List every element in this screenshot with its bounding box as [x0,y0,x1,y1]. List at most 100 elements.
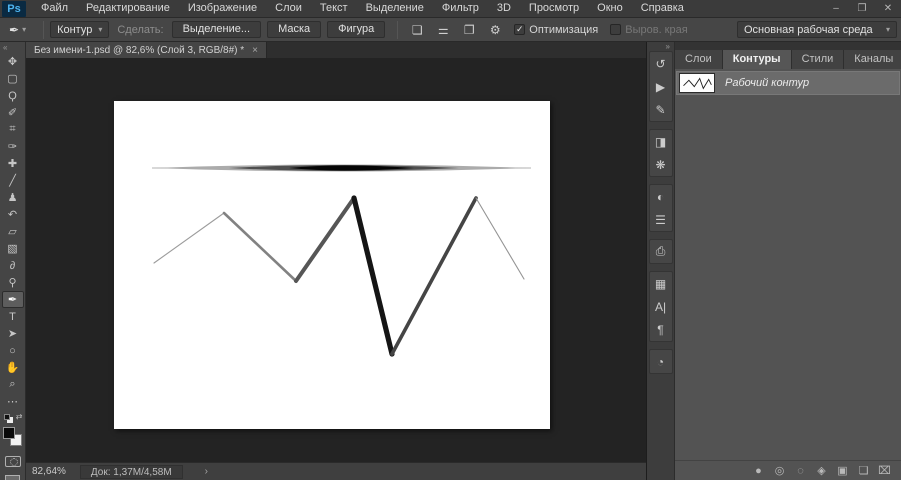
minimize-button[interactable]: – [823,0,849,17]
paragraph-panel-icon[interactable]: ¶ [650,318,672,341]
styles-panel-icon[interactable]: ❋ [650,153,672,176]
delete-path-button[interactable]: ⌧ [876,463,893,479]
path-operations-icon[interactable]: ❏ [407,21,427,39]
optimize-checkbox[interactable] [514,24,525,35]
tab-channels[interactable]: Каналы [844,50,901,69]
tab-layers[interactable]: Слои [675,50,723,69]
make-work-path-button[interactable]: ◈ [813,463,830,479]
brush-tool[interactable]: ╱ [2,172,24,189]
expand-panels-icon[interactable]: » [666,42,674,51]
menu-item[interactable]: 3D [488,0,520,17]
menu-item[interactable]: Файл [32,0,77,17]
add-mask-button[interactable]: ▣ [834,463,851,479]
make-mask-button[interactable]: Маска [267,21,321,38]
menu-item[interactable]: Редактирование [77,0,179,17]
dodge-tool[interactable]: ⚲ [2,274,24,291]
chevron-down-icon: ▾ [98,25,102,34]
gradient-tool[interactable]: ▧ [2,240,24,257]
color-panel-icon[interactable]: ◨ [650,130,672,153]
status-menu-arrow-icon[interactable]: › [205,466,208,477]
swap-colors-icon[interactable]: ⇄ [16,412,23,421]
zoom-tool[interactable]: ⌕ [2,376,24,393]
eraser-tool[interactable]: ▱ [2,223,24,240]
document-canvas[interactable] [114,101,550,429]
clone-source-panel-icon[interactable]: ⎙ [650,240,672,263]
collapse-tools-icon[interactable]: « [0,43,7,53]
panel-group: ◨❋ [649,129,673,177]
options-bar: ✒ ▾ Контур ▾ Сделать: Выделение...МаскаФ… [0,18,901,42]
make-buttons: Выделение... Маска Фигура [172,21,392,38]
history-brush-tool[interactable]: ↶ [2,206,24,223]
quick-selection-tool[interactable]: ✐ [2,104,24,121]
menu-item[interactable]: Просмотр [520,0,588,17]
clone-stamp-tool[interactable]: ♟ [2,189,24,206]
foreground-color-swatch[interactable] [3,427,15,439]
properties-panel-icon[interactable]: ☰ [650,208,672,231]
work-path-row[interactable]: Рабочий контур [676,71,900,95]
chevron-down-icon: ▾ [886,25,890,34]
document-area: Без имени-1.psd @ 82,6% (Слой 3, RGB/8#)… [26,42,647,480]
menu-item[interactable]: Фильтр [433,0,488,17]
make-shape-button[interactable]: Фигура [327,21,385,38]
brush-settings-panel-icon[interactable]: ✎ [650,98,672,121]
color-swatches[interactable] [2,426,24,448]
menu-item[interactable]: Текст [311,0,357,17]
tool-preset-picker[interactable]: ✒ ▾ [4,22,31,38]
panel-group: ↺▶✎ [649,51,673,122]
panel-top-bar [675,42,901,50]
optimize-checkbox-row[interactable]: Оптимизация [514,24,598,36]
history-panel-icon[interactable]: ↺ [650,52,672,75]
menu-item[interactable]: Изображение [179,0,266,17]
tab-paths[interactable]: Контуры [723,50,792,69]
gear-icon[interactable]: ⚙ [485,21,505,39]
load-path-as-selection-button[interactable]: ◌ [792,463,809,479]
healing-brush-tool[interactable]: ✚ [2,155,24,172]
pen-tool[interactable]: ✒ [2,291,24,308]
screen-mode-button[interactable] [5,475,20,480]
menu-item[interactable]: Выделение [357,0,433,17]
crop-tool[interactable]: ⌗ [2,121,24,138]
tool-mode-dropdown[interactable]: Контур ▾ [50,21,109,38]
character-panel-icon[interactable]: A| [650,295,672,318]
menu-item[interactable]: Справка [632,0,693,17]
menu-item[interactable]: Слои [266,0,311,17]
zoom-level-field[interactable]: 82,64% [26,466,72,477]
type-tool[interactable]: T [2,308,24,325]
quick-mask-button[interactable] [5,456,21,467]
workspace-dropdown[interactable]: Основная рабочая среда ▾ [737,21,897,38]
shape-tool[interactable]: ○ [2,342,24,359]
default-colors-row: ⇄ [2,412,24,424]
main-area: « ✥▢Ϙ✐⌗✑✚╱♟↶▱▧∂⚲✒T➤○✋⌕⋯ ⇄ Без имени-1.ps… [0,42,901,480]
photoshop-window: Ps ФайлРедактированиеИзображениеСлоиТекс… [0,0,901,480]
path-alignment-icon[interactable]: ⚌ [433,21,453,39]
tab-styles[interactable]: Стили [792,50,845,69]
blur-tool[interactable]: ∂ [2,257,24,274]
adjustments-panel-icon[interactable]: ◐ [650,185,672,208]
new-path-button[interactable]: ❏ [855,463,872,479]
close-button[interactable]: ✕ [875,0,901,17]
restore-button[interactable]: ❐ [849,0,875,17]
document-tab[interactable]: Без имени-1.psd @ 82,6% (Слой 3, RGB/8#)… [26,42,267,58]
eyedropper-tool[interactable]: ✑ [2,138,24,155]
lasso-tool[interactable]: Ϙ [2,87,24,104]
marquee-tool[interactable]: ▢ [2,70,24,87]
make-selection-button[interactable]: Выделение... [172,21,261,38]
navigator-panel-icon[interactable]: ◔ [650,350,672,373]
align-edges-label: Выров. края [625,24,687,36]
path-arrangement-icon[interactable]: ❐ [459,21,479,39]
path-icon-buttons: ❏ ⚌ ❐ ⚙ [404,21,508,39]
move-tool[interactable]: ✥ [2,53,24,70]
fill-path-button[interactable]: ● [750,463,767,479]
actions-panel-icon[interactable]: ▶ [650,75,672,98]
panel-icon-strip: » ↺▶✎ ◨❋ ◐☰ ⎙ ▦A|¶ ◔ [647,42,675,480]
histogram-panel-icon[interactable]: ▦ [650,272,672,295]
hand-tool[interactable]: ✋ [2,359,24,376]
menu-item[interactable]: Окно [588,0,632,17]
close-tab-icon[interactable]: × [252,45,258,56]
ps-logo: Ps [2,1,26,17]
workspace-value: Основная рабочая среда [744,24,873,36]
canvas-pasteboard[interactable] [26,58,646,462]
tool-ellipsis[interactable]: ⋯ [2,393,24,410]
stroke-path-button[interactable]: ◎ [771,463,788,479]
path-selection-tool[interactable]: ➤ [2,325,24,342]
